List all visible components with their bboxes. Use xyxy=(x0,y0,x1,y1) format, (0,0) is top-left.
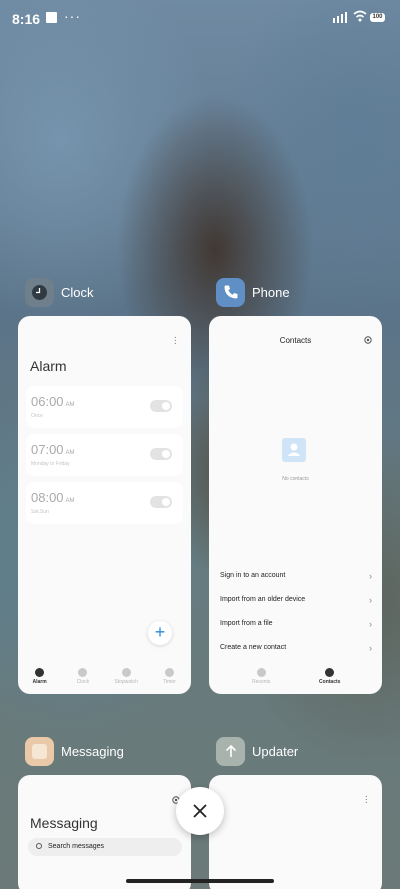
clock-app-header[interactable]: Clock xyxy=(25,277,94,307)
phone-icon xyxy=(216,277,245,307)
nav-timer[interactable]: Timer xyxy=(148,664,191,694)
messaging-app-header[interactable]: Messaging xyxy=(25,736,124,766)
alarm-toggle[interactable] xyxy=(150,400,172,412)
nav-stopwatch[interactable]: Stopwatch xyxy=(105,664,148,694)
add-alarm-button[interactable]: + xyxy=(148,621,172,645)
alarm-ampm: AM xyxy=(65,498,75,504)
stopwatch-icon xyxy=(121,668,131,677)
phone-app-name: Phone xyxy=(252,284,290,300)
contacts-title: Contacts xyxy=(279,336,312,345)
alarm-repeat: Monday to Friday xyxy=(31,461,70,467)
clock-icon xyxy=(78,668,88,677)
chevron-right-icon: › xyxy=(369,571,372,581)
more-vertical-icon[interactable]: · · · xyxy=(174,333,177,349)
updater-app-name: Updater xyxy=(252,743,299,759)
status-bar: 8:16 ··· 100 xyxy=(0,0,400,36)
alarm-item[interactable]: 06:00 AM Once xyxy=(26,386,183,428)
sign-in-account-option[interactable]: Sign in to an account › xyxy=(220,571,372,588)
import-older-device-option[interactable]: Import from an older device › xyxy=(220,595,372,612)
clock-icon xyxy=(25,277,54,307)
close-all-button[interactable] xyxy=(176,787,224,835)
chevron-right-icon: › xyxy=(369,595,372,605)
gear-icon[interactable] xyxy=(363,335,373,345)
nav-clock[interactable]: Clock xyxy=(61,664,104,694)
alarm-toggle[interactable] xyxy=(150,448,172,460)
phone-bottom-nav: Recents Contacts xyxy=(209,664,382,694)
alarm-title: Alarm xyxy=(30,358,67,374)
option-label: Import from an older device xyxy=(220,596,306,603)
nav-label: Alarm xyxy=(32,679,47,685)
alarm-time: 08:00 xyxy=(31,490,64,505)
alarm-item[interactable]: 08:00 AM Sat,Sun xyxy=(26,482,183,524)
alarm-item[interactable]: 07:00 AM Monday to Friday xyxy=(26,434,183,476)
no-contacts-text: No contacts xyxy=(282,476,309,482)
signal-bars-icon xyxy=(333,12,347,23)
messaging-app-card[interactable]: Messaging Search messages xyxy=(18,775,191,889)
home-indicator[interactable] xyxy=(126,879,274,883)
nav-label: Timer xyxy=(163,679,176,685)
chevron-right-icon: › xyxy=(369,619,372,629)
alarm-time: 06:00 xyxy=(31,394,64,409)
search-label: Search messages xyxy=(48,843,105,850)
search-messages-field[interactable]: Search messages xyxy=(28,838,182,856)
alarm-time: 07:00 xyxy=(31,442,64,457)
updater-app-card[interactable]: · · · xyxy=(209,775,382,889)
messaging-title: Messaging xyxy=(30,815,98,831)
more-dots-icon: ··· xyxy=(64,8,81,24)
person-icon xyxy=(325,668,335,677)
messaging-app-name: Messaging xyxy=(61,743,124,759)
alarm-toggle[interactable] xyxy=(150,496,172,508)
import-file-option[interactable]: Import from a file › xyxy=(220,619,372,636)
clock-app-name: Clock xyxy=(61,284,94,300)
more-vertical-icon[interactable]: · · · xyxy=(365,792,368,808)
option-label: Sign in to an account xyxy=(220,572,286,579)
create-contact-option[interactable]: Create a new contact › xyxy=(220,643,372,660)
option-label: Create a new contact xyxy=(220,644,287,651)
empty-contacts-icon xyxy=(282,438,306,462)
phone-icon xyxy=(256,668,266,677)
clock-app-card[interactable]: · · · Alarm 06:00 AM Once 07:00 AM Monday to… xyxy=(18,316,191,694)
alarm-icon xyxy=(35,668,45,677)
nav-contacts[interactable]: Contacts xyxy=(296,664,365,694)
nav-label: Contacts xyxy=(319,679,341,685)
alarm-ampm: AM xyxy=(65,402,75,408)
nav-label: Recents xyxy=(252,679,271,685)
hourglass-icon xyxy=(164,668,174,677)
wifi-icon xyxy=(353,10,367,22)
updater-app-header[interactable]: Updater xyxy=(216,736,298,766)
status-time: 8:16 xyxy=(12,11,41,27)
arrow-up-icon xyxy=(216,736,245,766)
nav-alarm[interactable]: Alarm xyxy=(18,664,61,694)
clock-bottom-nav: Alarm Clock Stopwatch Timer xyxy=(18,664,191,694)
phone-app-header[interactable]: Phone xyxy=(216,277,290,307)
alarm-ampm: AM xyxy=(65,450,75,456)
chevron-right-icon: › xyxy=(369,643,372,653)
nav-label: Stopwatch xyxy=(114,679,138,685)
notification-square-icon xyxy=(46,12,57,23)
nav-label: Clock xyxy=(76,679,90,685)
close-icon xyxy=(193,804,207,818)
phone-app-card[interactable]: Contacts No contacts Sign in to an accou… xyxy=(209,316,382,694)
alarm-repeat: Sat,Sun xyxy=(31,509,49,515)
search-icon xyxy=(36,843,42,849)
alarm-repeat: Once xyxy=(31,413,43,419)
option-label: Import from a file xyxy=(220,620,273,627)
battery-icon: 100 xyxy=(370,13,385,22)
nav-recents[interactable]: Recents xyxy=(227,664,296,694)
messaging-icon xyxy=(25,736,54,766)
